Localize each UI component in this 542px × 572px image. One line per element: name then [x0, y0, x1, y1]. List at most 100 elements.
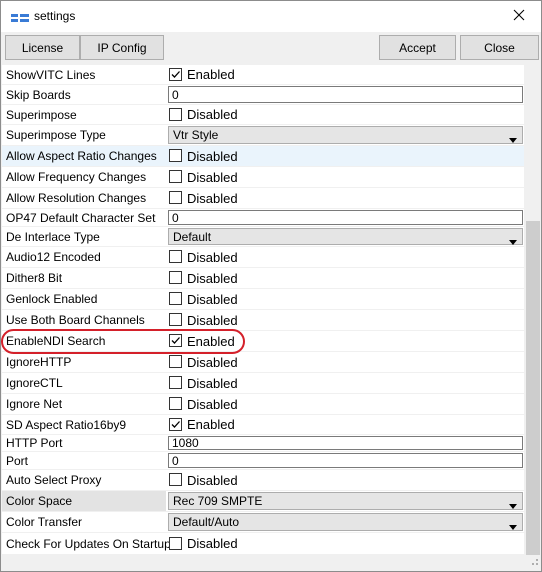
setting-value: Vtr Style [168, 125, 524, 145]
setting-label: Check For Updates On Startup [6, 536, 171, 551]
checkbox-state-label[interactable]: Enabled [187, 331, 235, 351]
setting-label: De Interlace Type [6, 229, 100, 244]
setting-row-auto-select-proxy[interactable]: Auto Select Proxy Disabled [2, 470, 524, 491]
setting-row-use-both-board-channels[interactable]: Use Both Board Channels Disabled [2, 310, 524, 331]
checkbox-unchecked[interactable] [169, 170, 182, 183]
text-input[interactable]: 0 [168, 86, 523, 103]
text-input[interactable]: 0 [168, 210, 523, 225]
text-input[interactable]: 0 [168, 453, 523, 468]
checkbox-state-label[interactable]: Enabled [187, 65, 235, 84]
dropdown-value: Default [173, 229, 212, 244]
setting-row-port[interactable]: Port 0 [2, 452, 524, 470]
checkbox-state-label[interactable]: Disabled [187, 167, 238, 187]
checkbox-state-label[interactable]: Disabled [187, 310, 238, 330]
title-bar[interactable]: settings [1, 1, 541, 32]
chevron-down-icon[interactable] [509, 234, 517, 248]
close-button[interactable]: Close [460, 35, 539, 60]
accept-button[interactable]: Accept [379, 35, 456, 60]
dropdown-select[interactable]: Default/Auto [168, 513, 523, 531]
setting-value: Rec 709 SMPTE [168, 491, 524, 511]
setting-row-check-for-updates-on-startup[interactable]: Check For Updates On Startup Disabled [2, 533, 524, 555]
setting-row-superimpose[interactable]: Superimpose Disabled [2, 105, 524, 125]
setting-row-showvitc-lines[interactable]: ShowVITC Lines Enabled [2, 65, 524, 85]
setting-row-ignore-net[interactable]: Ignore Net Disabled [2, 394, 524, 415]
checkbox-state-label[interactable]: Disabled [187, 470, 238, 490]
dropdown-select[interactable]: Vtr Style [168, 126, 523, 144]
checkbox-state-label[interactable]: Disabled [187, 373, 238, 393]
checkbox-unchecked[interactable] [169, 397, 182, 410]
checkbox-state-label[interactable]: Disabled [187, 247, 238, 267]
checkbox-unchecked[interactable] [169, 473, 182, 486]
checkbox-unchecked[interactable] [169, 271, 182, 284]
checkbox-unchecked[interactable] [169, 250, 182, 263]
vertical-scrollbar[interactable] [525, 65, 541, 555]
chevron-down-icon[interactable] [509, 132, 517, 146]
setting-label: Use Both Board Channels [6, 313, 145, 327]
text-input[interactable]: 1080 [168, 436, 523, 450]
checkbox-state-label[interactable]: Disabled [187, 352, 238, 372]
setting-label: Genlock Enabled [6, 292, 98, 306]
setting-value: 1080 [168, 435, 524, 451]
checkbox-state-label[interactable]: Disabled [187, 146, 238, 166]
setting-label: IgnoreCTL [6, 376, 63, 390]
checkmark-icon [171, 337, 180, 344]
checkbox-state-label[interactable]: Disabled [187, 533, 238, 554]
setting-label: Color Transfer [6, 515, 83, 529]
checkbox-state-label[interactable]: Disabled [187, 268, 238, 288]
setting-row-op47-default-character-set[interactable]: OP47 Default Character Set 0 [2, 209, 524, 227]
setting-value: Enabled [168, 415, 524, 434]
checkbox-checked[interactable] [169, 334, 182, 347]
checkbox-state-label[interactable]: Disabled [187, 394, 238, 414]
setting-label: Allow Aspect Ratio Changes [6, 149, 157, 163]
setting-value: Default/Auto [168, 512, 524, 532]
checkbox-unchecked[interactable] [169, 191, 182, 204]
checkbox-unchecked[interactable] [169, 107, 182, 121]
scrollbar-thumb[interactable] [526, 221, 540, 555]
setting-label: Superimpose Type [6, 128, 106, 142]
setting-row-superimpose-type[interactable]: Superimpose Type Vtr Style [2, 125, 524, 146]
window-close-button[interactable] [497, 1, 541, 32]
checkbox-state-label[interactable]: Disabled [187, 289, 238, 309]
setting-row-color-space[interactable]: Color Space Rec 709 SMPTE [2, 491, 524, 512]
checkbox-unchecked[interactable] [169, 313, 182, 326]
setting-label: Color Space [2, 491, 166, 511]
checkbox-unchecked[interactable] [169, 355, 182, 368]
settings-grid[interactable]: ShowVITC Lines Enabled Skip Boards 0 Superim… [2, 65, 524, 555]
setting-row-sd-aspect-ratio16by9[interactable]: SD Aspect Ratio16by9 Enabled [2, 415, 524, 435]
chevron-down-icon[interactable] [509, 519, 517, 533]
setting-label: Superimpose [6, 107, 77, 122]
app-logo-icon [11, 12, 29, 22]
resize-grip-icon[interactable] [529, 555, 539, 569]
setting-row-color-transfer[interactable]: Color Transfer Default/Auto [2, 512, 524, 533]
setting-row-enablendi-search[interactable]: EnableNDI Search Enabled [2, 331, 524, 352]
setting-row-allow-aspect-ratio-changes[interactable]: Allow Aspect Ratio Changes Disabled [2, 146, 524, 167]
dropdown-select[interactable]: Rec 709 SMPTE [168, 492, 523, 510]
checkbox-unchecked[interactable] [169, 536, 182, 550]
checkmark-icon [171, 70, 180, 78]
setting-row-dither8-bit[interactable]: Dither8 Bit Disabled [2, 268, 524, 289]
checkbox-state-label[interactable]: Disabled [187, 188, 238, 208]
license-button[interactable]: License [5, 35, 80, 60]
setting-row-http-port[interactable]: HTTP Port 1080 [2, 435, 524, 452]
setting-row-genlock-enabled[interactable]: Genlock Enabled Disabled [2, 289, 524, 310]
ip-config-button[interactable]: IP Config [80, 35, 164, 60]
setting-row-allow-frequency-changes[interactable]: Allow Frequency Changes Disabled [2, 167, 524, 188]
setting-row-ignorehttp[interactable]: IgnoreHTTP Disabled [2, 352, 524, 373]
setting-row-allow-resolution-changes[interactable]: Allow Resolution Changes Disabled [2, 188, 524, 209]
dropdown-value: Vtr Style [173, 128, 219, 142]
checkbox-state-label[interactable]: Disabled [187, 105, 238, 124]
dropdown-select[interactable]: Default [168, 228, 523, 245]
setting-value: Disabled [168, 310, 524, 330]
checkbox-checked[interactable] [169, 67, 182, 81]
chevron-down-icon[interactable] [509, 498, 517, 512]
checkbox-state-label[interactable]: Enabled [187, 415, 235, 434]
checkbox-unchecked[interactable] [169, 376, 182, 389]
checkbox-unchecked[interactable] [169, 292, 182, 305]
setting-row-de-interlace-type[interactable]: De Interlace Type Default [2, 227, 524, 247]
setting-row-skip-boards[interactable]: Skip Boards 0 [2, 85, 524, 105]
setting-row-ignorectl[interactable]: IgnoreCTL Disabled [2, 373, 524, 394]
setting-label: HTTP Port [6, 436, 63, 450]
checkbox-checked[interactable] [169, 417, 182, 431]
setting-row-audio12-encoded[interactable]: Audio12 Encoded Disabled [2, 247, 524, 268]
checkbox-unchecked[interactable] [169, 149, 182, 162]
